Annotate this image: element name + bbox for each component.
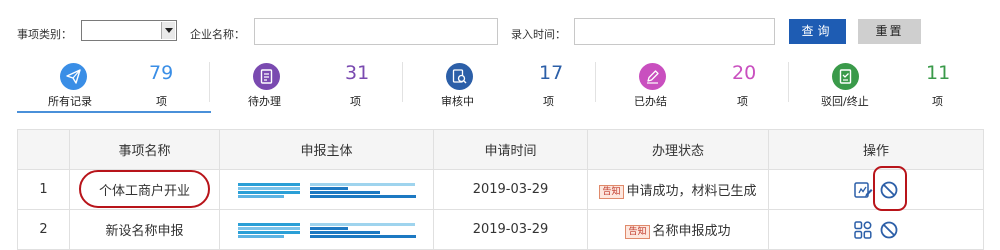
redacted-applicant xyxy=(237,222,416,238)
redacted-applicant xyxy=(237,182,416,198)
company-input[interactable] xyxy=(254,18,498,45)
row-item-name-text: 新设名称申报 xyxy=(105,224,184,239)
stat-unit: 项 xyxy=(156,95,167,108)
stat-label: 待办理 xyxy=(248,95,281,108)
column-header-status: 办理状态 xyxy=(587,129,769,170)
query-button[interactable]: 查询 xyxy=(789,19,846,44)
row-status: 告知 名称申报成功 xyxy=(587,209,769,250)
company-label: 企业名称： xyxy=(190,28,245,41)
cancel-icon[interactable] xyxy=(879,180,899,200)
stat-label: 审核中 xyxy=(441,95,474,108)
stat-count: 79 xyxy=(149,62,174,84)
edit-pen-icon xyxy=(639,63,666,90)
row-index: 1 xyxy=(17,169,70,210)
column-header-index xyxy=(17,129,70,170)
column-header-item-name: 事项名称 xyxy=(69,129,220,170)
paper-plane-icon xyxy=(60,63,87,90)
grid-apps-icon[interactable] xyxy=(853,220,873,240)
stat-unit: 项 xyxy=(350,95,361,108)
filter-bar: 事项类别： 企业名称： 录入时间： 查询 重置 xyxy=(0,16,1000,50)
reject-document-icon xyxy=(832,63,859,90)
status-text: 申请成功，材料已生成 xyxy=(626,184,757,199)
active-tab-indicator xyxy=(17,111,211,113)
row-applicant xyxy=(219,169,434,210)
stat-reviewing[interactable]: 17 审核中 项 xyxy=(403,58,596,114)
column-header-actions: 操作 xyxy=(768,129,984,170)
row-actions xyxy=(768,209,984,250)
stat-all-records[interactable]: 79 所有记录 项 xyxy=(17,58,210,114)
row-index: 2 xyxy=(17,209,70,250)
stat-count: 17 xyxy=(539,62,564,84)
date-input[interactable] xyxy=(574,18,775,45)
stat-count: 11 xyxy=(926,62,951,84)
status-tag: 告知 xyxy=(625,224,650,239)
stat-label: 已办结 xyxy=(634,95,667,108)
row-item-name[interactable]: 新设名称申报 xyxy=(69,209,220,250)
stat-rejected[interactable]: 11 驳回/终止 项 xyxy=(789,58,985,114)
date-label: 录入时间： xyxy=(511,28,566,41)
column-header-applicant: 申报主体 xyxy=(219,129,434,170)
status-summary-bar: 79 所有记录 项 31 待办理 项 17 审核中 项 20 已办结 项 11 xyxy=(17,58,985,114)
row-item-name-text: 个体工商户开业 xyxy=(98,184,190,199)
row-apply-date: 2019-03-29 xyxy=(433,169,588,210)
view-edit-icon[interactable] xyxy=(853,180,873,200)
stat-label: 驳回/终止 xyxy=(821,95,869,108)
status-text: 名称申报成功 xyxy=(652,224,731,239)
category-label: 事项类别： xyxy=(17,28,72,41)
table-row: 2 新设名称申报 2019-03-29 告知 名称申报成功 xyxy=(17,209,984,250)
status-tag: 告知 xyxy=(599,184,624,199)
chevron-down-icon[interactable] xyxy=(161,22,175,39)
table-header-row: 事项名称 申报主体 申请时间 办理状态 操作 xyxy=(17,129,984,170)
document-list-icon xyxy=(253,63,280,90)
stat-unit: 项 xyxy=(932,95,943,108)
stat-completed[interactable]: 20 已办结 项 xyxy=(596,58,789,114)
row-status: 告知 申请成功，材料已生成 xyxy=(587,169,769,210)
stat-count: 31 xyxy=(345,62,370,84)
review-search-icon xyxy=(446,63,473,90)
cancel-icon[interactable] xyxy=(879,220,899,240)
stat-unit: 项 xyxy=(543,95,554,108)
column-header-apply-time: 申请时间 xyxy=(433,129,588,170)
table-row: 1 个体工商户开业 2019-03-29 告知 申请成功，材料已生成 xyxy=(17,169,984,210)
stat-count: 20 xyxy=(732,62,757,84)
row-applicant xyxy=(219,209,434,250)
category-select[interactable] xyxy=(81,20,177,41)
records-table: 事项名称 申报主体 申请时间 办理状态 操作 1 个体工商户开业 2019-03… xyxy=(17,129,984,250)
row-actions xyxy=(768,169,984,210)
reset-button[interactable]: 重置 xyxy=(858,19,921,44)
stat-pending[interactable]: 31 待办理 项 xyxy=(210,58,403,114)
row-apply-date: 2019-03-29 xyxy=(433,209,588,250)
stat-unit: 项 xyxy=(737,95,748,108)
stat-label: 所有记录 xyxy=(48,95,92,108)
row-item-name[interactable]: 个体工商户开业 xyxy=(69,169,220,210)
